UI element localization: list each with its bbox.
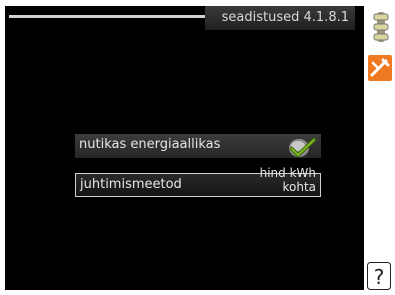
slider-icon	[373, 12, 389, 42]
setting-label: juhtimismeetod	[80, 177, 182, 192]
setting-label: nutikas energiaallikas	[79, 137, 221, 152]
menu-title: seadistused 4.1.8.1	[205, 6, 355, 30]
setting-row-control-method[interactable]: juhtimismeetod hind kWh kohta	[75, 166, 321, 197]
display-screen: seadistused 4.1.8.1 nutikas energiaallik…	[5, 6, 364, 290]
setting-value: hind kWh kohta	[226, 166, 316, 194]
svg-text:?: ?	[374, 265, 385, 289]
help-icon[interactable]: ?	[367, 262, 391, 290]
setting-value-line2: kohta	[282, 180, 316, 194]
setting-value-line1: hind kWh	[259, 166, 316, 180]
checkmark-icon[interactable]	[287, 136, 317, 158]
tools-icon	[368, 55, 392, 81]
header-rule	[9, 15, 209, 18]
setting-row-smart-energy-source[interactable]: nutikas energiaallikas	[75, 134, 321, 158]
